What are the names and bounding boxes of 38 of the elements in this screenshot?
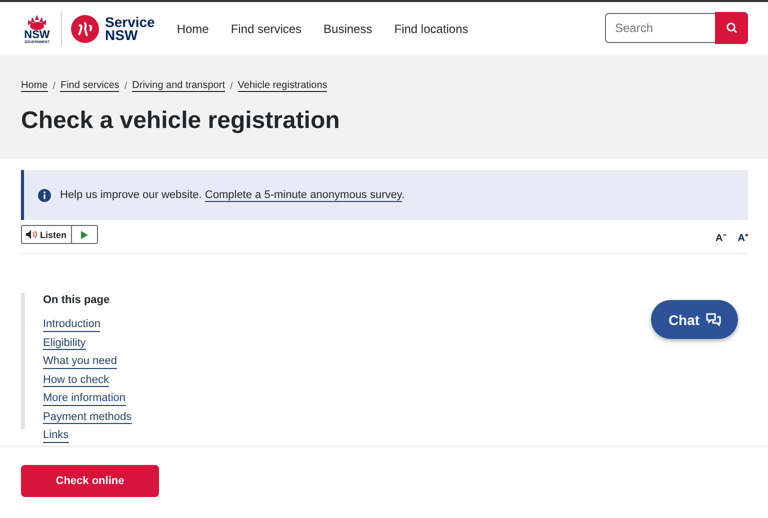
text-smaller-button[interactable]: A⁻ xyxy=(716,230,726,244)
check-online-button[interactable]: Check online xyxy=(21,465,159,497)
breadcrumb-link[interactable]: Vehicle registrations xyxy=(238,80,328,92)
breadcrumb-link[interactable]: Driving and transport xyxy=(132,80,225,92)
nav-link[interactable]: Find locations xyxy=(394,22,468,36)
contents-heading: On this page xyxy=(43,293,111,307)
nav-link[interactable]: Find services xyxy=(230,22,302,36)
brand-name: Service xyxy=(105,16,155,28)
search-icon xyxy=(726,22,738,34)
chat-button[interactable]: Chat xyxy=(651,300,738,339)
breadcrumb-link[interactable]: Home xyxy=(21,80,48,92)
breadcrumb-separator: / xyxy=(52,80,56,92)
contents-link[interactable]: How to check xyxy=(43,374,110,387)
search-button[interactable] xyxy=(715,12,748,44)
breadcrumb-separator: / xyxy=(230,80,233,92)
info-icon xyxy=(38,188,51,202)
contents-link[interactable]: What you need xyxy=(43,355,117,368)
survey-link[interactable]: Complete a 5-minute anonymous survey xyxy=(204,189,402,202)
play-button[interactable] xyxy=(70,226,97,243)
breadcrumb-link[interactable]: Find services xyxy=(60,80,120,92)
speaker-icon xyxy=(26,230,38,239)
play-icon xyxy=(80,230,88,238)
page-title: Check a vehicle registration xyxy=(21,106,341,136)
nav-link[interactable]: Business xyxy=(324,22,372,36)
contents-link[interactable]: Eligibility xyxy=(43,336,86,350)
breadcrumb-separator: / xyxy=(124,80,128,92)
logo-text: NSW xyxy=(24,30,50,40)
contents-link[interactable]: Introduction xyxy=(43,318,100,332)
chat-bubbles-icon xyxy=(706,313,721,326)
nav-link[interactable]: Home xyxy=(176,22,209,36)
search-field[interactable]: Search xyxy=(605,13,715,43)
text-larger-button[interactable]: A⁺ xyxy=(738,230,748,244)
service-logo-icon xyxy=(70,14,100,44)
contents-link[interactable]: Links xyxy=(43,429,69,442)
contents-link[interactable]: More information xyxy=(43,392,126,406)
contents-link[interactable]: Payment methods xyxy=(43,410,132,424)
banner-text: Help us improve our website. Complete a 5-minute anonymous survey. xyxy=(60,189,405,201)
brand-name: NSW xyxy=(105,28,138,42)
